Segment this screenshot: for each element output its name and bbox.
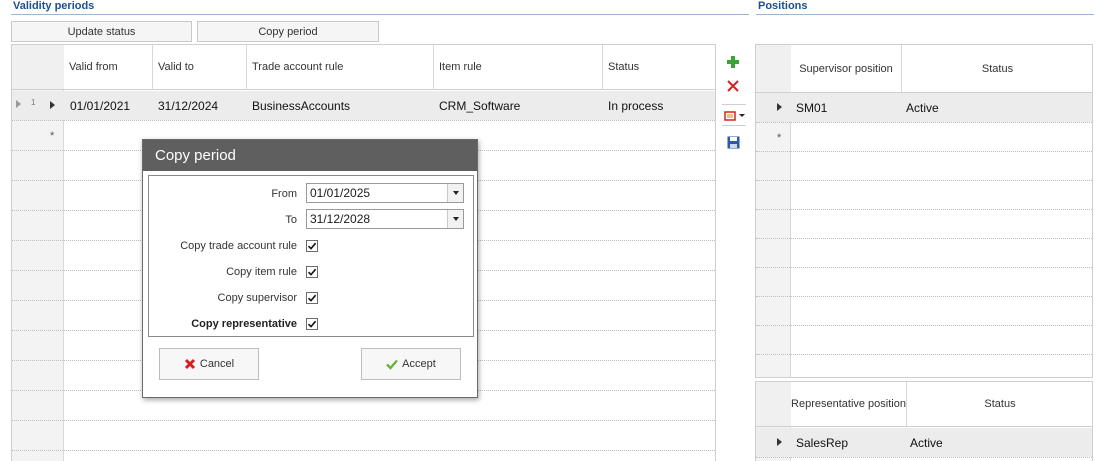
copy-representative-checkbox[interactable] <box>306 318 318 330</box>
chevron-down-icon[interactable] <box>447 184 463 202</box>
copy-period-dialog: Copy period From 01/01/2025 To 31/12/202… <box>142 139 478 398</box>
accept-label: Accept <box>402 358 436 370</box>
row-divider <box>756 151 1092 152</box>
dialog-title: Copy period <box>143 140 477 171</box>
expand-row-icon[interactable] <box>16 100 21 108</box>
to-label: To <box>285 214 297 226</box>
delete-icon[interactable] <box>722 76 744 96</box>
current-row-arrow-icon <box>50 101 55 109</box>
col-header-valid-to[interactable]: Valid to <box>153 45 247 90</box>
checkmark-icon <box>307 320 317 328</box>
col-header-status[interactable]: Status <box>603 45 715 90</box>
checkmark-icon <box>307 268 317 276</box>
col-header-supervisor-position[interactable]: Supervisor position <box>791 45 902 93</box>
cell-representative-status[interactable]: Active <box>910 428 943 457</box>
new-row-marker: * <box>50 130 55 142</box>
copy-item-rule-checkbox[interactable] <box>306 266 318 278</box>
row-number: 1 <box>31 98 36 107</box>
cell-valid-from[interactable]: 01/01/2021 <box>70 91 130 120</box>
cell-representative-position[interactable]: SalesRep <box>796 428 848 457</box>
cell-status[interactable]: In process <box>608 91 663 120</box>
col-header-supervisor-status[interactable]: Status <box>902 45 1092 93</box>
new-row-marker: * <box>777 132 782 144</box>
supervisor-positions-grid: Supervisor position Status SM01 Active * <box>755 44 1093 378</box>
row-divider <box>12 120 715 121</box>
positions-title: Positions <box>758 0 808 12</box>
row-divider <box>756 325 1092 326</box>
add-icon[interactable] <box>722 52 744 72</box>
copy-period-button[interactable]: Copy period <box>197 21 379 42</box>
chevron-down-icon[interactable] <box>738 113 745 117</box>
cell-trade-account-rule[interactable]: BusinessAccounts <box>252 91 350 120</box>
copy-item-rule-label: Copy item rule <box>226 266 297 278</box>
row-indicator-header <box>756 382 792 427</box>
row-divider <box>756 209 1092 210</box>
cell-supervisor-position[interactable]: SM01 <box>796 93 827 122</box>
cell-supervisor-status[interactable]: Active <box>906 93 939 122</box>
from-label: From <box>271 188 297 200</box>
copy-supervisor-label: Copy supervisor <box>217 292 297 304</box>
current-row-arrow-icon <box>777 103 782 111</box>
cell-item-rule[interactable]: CRM_Software <box>439 91 520 120</box>
cell-valid-to[interactable]: 31/12/2024 <box>158 91 218 120</box>
export-icon[interactable] <box>722 104 746 126</box>
cancel-x-icon <box>184 358 195 370</box>
checkmark-icon <box>307 242 317 250</box>
col-header-representative-status[interactable]: Status <box>907 382 1092 427</box>
to-date-field[interactable]: 31/12/2028 <box>306 209 464 229</box>
col-header-representative-position[interactable]: Representative position <box>791 382 907 427</box>
row-divider <box>756 354 1092 355</box>
validity-title-divider <box>11 14 749 15</box>
row-indicator-header <box>12 45 65 90</box>
representative-positions-grid: Representative position Status SalesRep … <box>755 381 1093 461</box>
row-divider <box>756 238 1092 239</box>
positions-title-divider <box>756 14 1094 15</box>
update-status-button[interactable]: Update status <box>11 21 192 42</box>
current-row-arrow-icon <box>777 438 782 446</box>
accept-button[interactable]: Accept <box>361 348 461 380</box>
row-divider <box>756 122 1092 123</box>
row-divider <box>12 420 715 421</box>
row-divider <box>756 457 1092 458</box>
row-divider <box>756 267 1092 268</box>
copy-supervisor-checkbox[interactable] <box>306 292 318 304</box>
cancel-label: Cancel <box>199 358 235 370</box>
row-indicator-header <box>756 45 792 93</box>
row-divider <box>756 180 1092 181</box>
from-date-value: 01/01/2025 <box>310 186 371 200</box>
checkmark-icon <box>307 294 317 302</box>
row-divider <box>756 296 1092 297</box>
copy-representative-label: Copy representative <box>191 318 297 330</box>
from-date-field[interactable]: 01/01/2025 <box>306 183 464 203</box>
save-icon[interactable] <box>722 132 744 152</box>
to-date-value: 31/12/2028 <box>310 212 371 226</box>
chevron-down-icon[interactable] <box>447 210 463 228</box>
validity-periods-title: Validity periods <box>13 0 95 12</box>
row-divider <box>12 450 715 451</box>
cancel-button[interactable]: Cancel <box>159 348 259 380</box>
checkmark-icon <box>386 359 399 370</box>
copy-trade-account-rule-label: Copy trade account rule <box>180 240 297 252</box>
col-header-item-rule[interactable]: Item rule <box>434 45 603 90</box>
col-header-trade-account-rule[interactable]: Trade account rule <box>247 45 434 90</box>
col-header-valid-from[interactable]: Valid from <box>64 45 153 90</box>
dialog-form: From 01/01/2025 To 31/12/2028 Copy trade… <box>148 175 474 337</box>
copy-trade-account-rule-checkbox[interactable] <box>306 240 318 252</box>
